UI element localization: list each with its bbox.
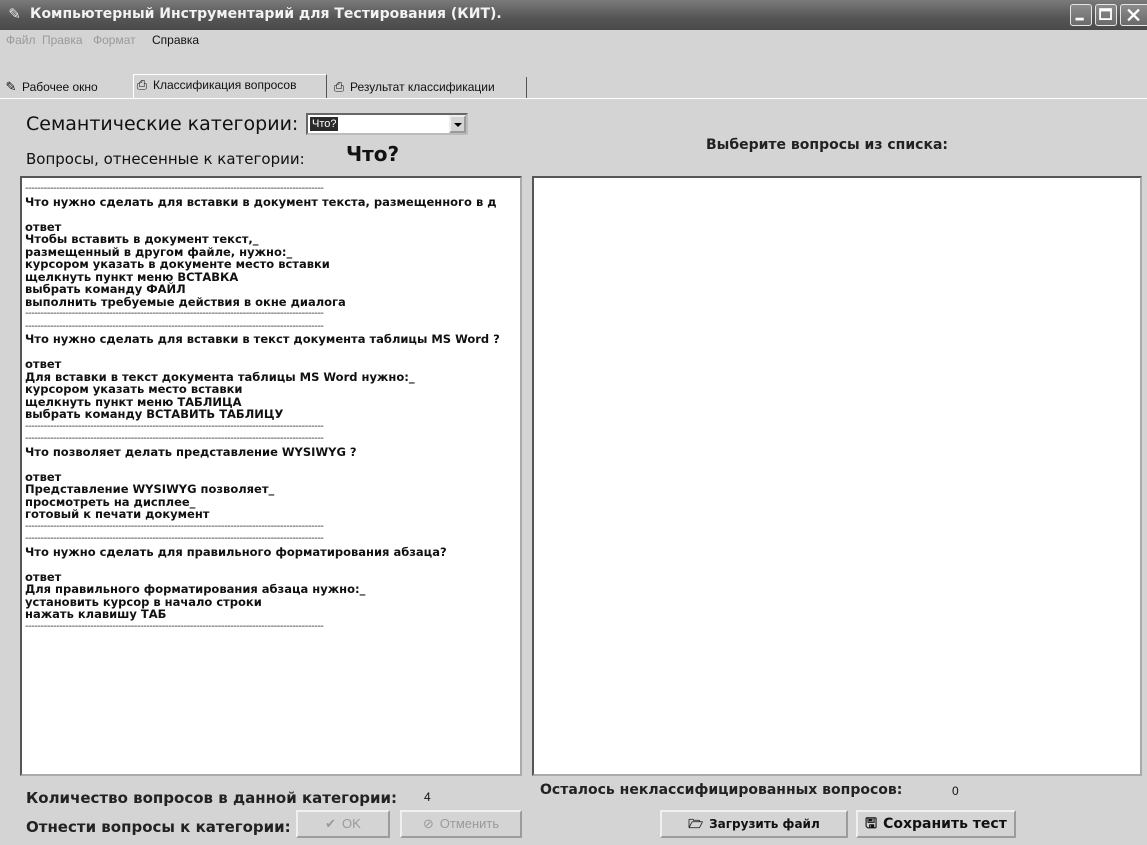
minimize-button[interactable] [1070,4,1092,26]
printer-icon: ⎙ [333,79,345,94]
tab-classification[interactable]: ⎙ Классификация вопросов [133,74,327,99]
save-test-button-label: Сохранить тест [883,816,1007,832]
count-label: Количество вопросов в данной категории: [26,789,398,807]
ok-button-label: OK [342,816,361,831]
close-button[interactable] [1120,4,1147,26]
checkmark-icon: ✔ [325,816,337,831]
category-select-value: Что? [310,117,339,131]
menu-edit[interactable]: Правка [42,33,83,47]
question-line: Что нужно сделать для правильного формат… [25,544,447,559]
menu-file[interactable]: Файл [6,33,36,47]
load-file-button[interactable]: 🗁 Загрузить файл [660,810,848,838]
app-icon: ✎ [8,5,21,23]
current-category: Что? [346,142,400,166]
category-select[interactable]: Что? [306,113,468,135]
window-title: Компьютерный Инструментарий для Тестиров… [30,6,502,22]
assigned-questions-list[interactable]: ----------------------------------------… [20,176,522,776]
remaining-value: 0 [952,784,959,798]
assign-to-category-label: Отнести вопросы к категории: [26,818,291,836]
ok-button[interactable]: ✔ OK [296,810,390,838]
tab-label: Результат классификации [350,80,495,94]
questions-in-category-label: Вопросы, отнесенные к категории: [26,150,305,168]
cancel-button[interactable]: ⊘ Отменить [400,810,522,838]
title-bar[interactable]: ✎ Компьютерный Инструментарий для Тестир… [0,0,1147,30]
question-line: ----------------------------------------… [25,620,324,632]
menu-bar: Файл Правка Формат Справка [0,30,1147,50]
chevron-down-icon[interactable] [449,115,466,133]
menu-help[interactable]: Справка [152,33,199,47]
menu-format[interactable]: Формат [93,33,136,47]
tab-label: Рабочее окно [22,80,98,94]
floppy-disk-icon: 🖫 [865,816,878,832]
available-questions-list[interactable] [532,176,1142,776]
maximize-button[interactable] [1095,4,1117,26]
app-window: ✎ Компьютерный Инструментарий для Тестир… [0,0,1147,845]
printer-icon: ⎙ [136,77,148,92]
maximize-icon [1099,8,1112,20]
cancel-button-label: Отменить [439,816,500,831]
tab-label: Классификация вопросов [153,78,297,92]
semantic-categories-label: Семантические категории: [26,113,299,135]
cancel-icon: ⊘ [422,816,434,831]
close-icon [1127,8,1140,22]
select-questions-label: Выберите вопросы из списка: [706,137,948,153]
count-value: 4 [424,790,431,804]
tab-work-window[interactable]: ✎ Рабочее окно [3,77,131,98]
remaining-label: Осталось неклассифицированных вопросов: [540,782,903,798]
minimize-icon [1075,17,1084,21]
folder-open-icon: 🗁 [688,817,704,831]
tab-divider [0,98,1147,99]
save-test-button[interactable]: 🖫 Сохранить тест [856,810,1016,838]
tab-results[interactable]: ⎙ Результат классификации [331,77,527,98]
question-line: Что нужно сделать для вставки в текст до… [25,332,500,346]
question-line: Что позволяет делать представление WYSIW… [25,444,357,459]
pencil-icon: ✎ [5,79,17,94]
question-line: Что нужно сделать для вставки в документ… [25,194,497,209]
load-file-button-label: Загрузить файл [709,817,820,831]
